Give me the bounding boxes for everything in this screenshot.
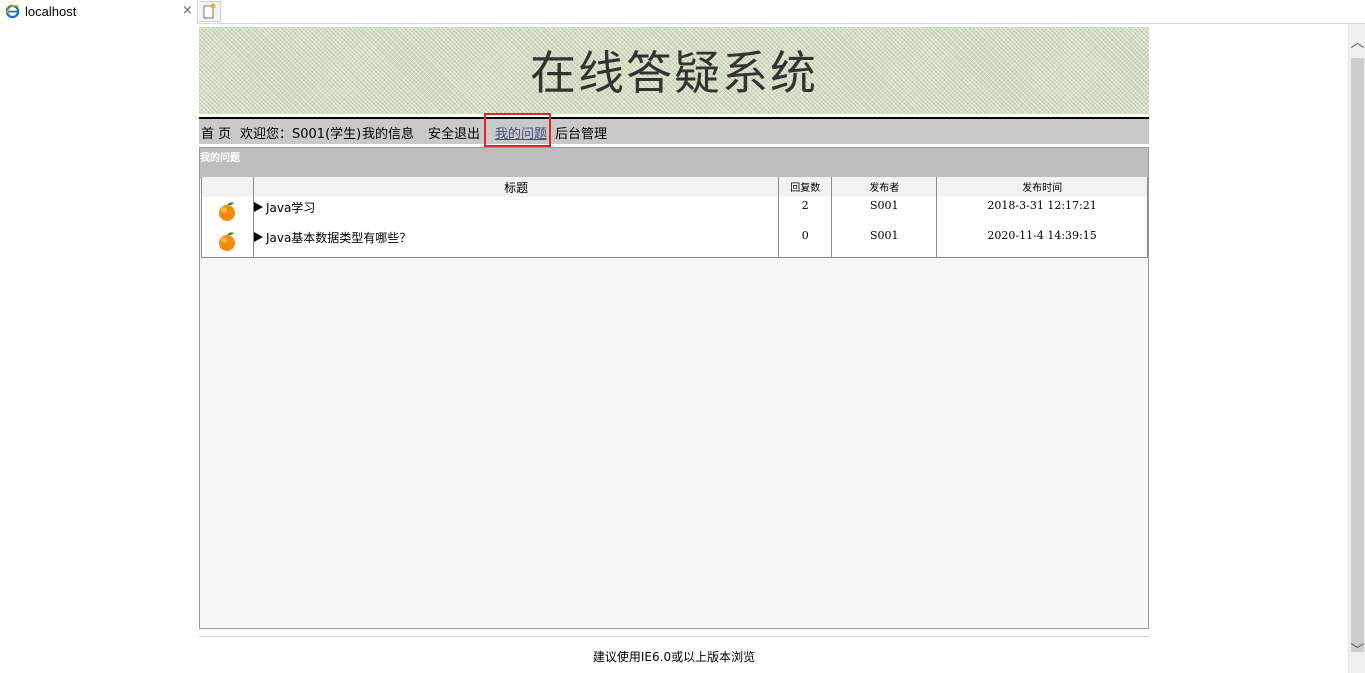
footer-divider [199,636,1149,637]
browser-tab[interactable]: localhost × [0,0,198,24]
reply-count: 2 [778,197,832,227]
table-row[interactable]: Java基本数据类型有哪些？ 0 S001 2020-11-4 14:39:15 [201,227,1148,258]
nav-logout-link[interactable]: 安全退出 [428,123,480,142]
reply-count: 0 [778,227,832,258]
vertical-scrollbar[interactable]: ︿ ﹀ [1348,24,1365,673]
welcome-text: 欢迎您：S001(学生) [240,127,362,142]
arrow-right-icon [253,232,263,242]
icon-column-header [201,177,254,197]
site-title: 在线答疑系统 [530,46,818,100]
table-header-row: 标题 回复数 发布者 发布时间 [201,177,1148,197]
panel-header: 我的问题 [200,148,1148,178]
scroll-down-icon[interactable]: ﹀ [1349,642,1365,660]
question-title-cell[interactable]: Java学习 [252,197,779,227]
panel-title: 我的问题 [200,153,240,164]
row-icon-cell [201,197,254,227]
column-header-time: 发布时间 [936,177,1148,197]
new-tab-button[interactable] [199,1,221,22]
question-title-link[interactable]: Java学习 [266,201,315,215]
questions-table: 标题 回复数 发布者 发布时间 Java学习 2 S001 2018-3-31 … [201,177,1148,258]
orange-fruit-icon [219,232,236,251]
arrow-right-icon [253,202,263,212]
scroll-up-icon[interactable]: ︿ [1349,34,1365,52]
author-name: S001 [831,197,937,227]
tab-close-icon[interactable]: × [182,3,193,18]
column-header-title: 标题 [252,177,779,197]
nav-home-link[interactable]: 首 页 [201,123,231,142]
main-nav: 首 页 欢迎您：S001(学生) 我的信息 安全退出 我的问题 后台管理 [199,117,1149,144]
ie-logo-icon [5,4,20,19]
table-row[interactable]: Java学习 2 S001 2018-3-31 12:17:21 [201,197,1148,227]
site-banner: 在线答疑系统 [199,27,1149,116]
nav-my-info-link[interactable]: 我的信息 [362,123,414,142]
orange-fruit-icon [219,202,236,221]
tab-title: localhost [25,4,77,19]
question-title-cell[interactable]: Java基本数据类型有哪些？ [252,227,779,258]
post-time: 2020-11-4 14:39:15 [936,227,1148,258]
question-title-link[interactable]: Java基本数据类型有哪些？ [266,231,411,245]
author-name: S001 [831,227,937,258]
highlight-box [484,113,551,147]
footer-note: 建议使用IE6.0或以上版本浏览 [592,650,756,664]
new-tab-icon [203,3,216,19]
column-header-replies: 回复数 [778,177,832,197]
post-time: 2018-3-31 12:17:21 [936,197,1148,227]
column-header-author: 发布者 [831,177,937,197]
nav-admin-link[interactable]: 后台管理 [555,123,607,142]
row-icon-cell [201,227,254,258]
scroll-thumb[interactable] [1351,58,1364,652]
browser-tab-strip: localhost × [0,0,1365,24]
my-questions-panel: 我的问题 标题 回复数 发布者 发布时间 Java学习 2 S001 2018-… [199,147,1149,629]
